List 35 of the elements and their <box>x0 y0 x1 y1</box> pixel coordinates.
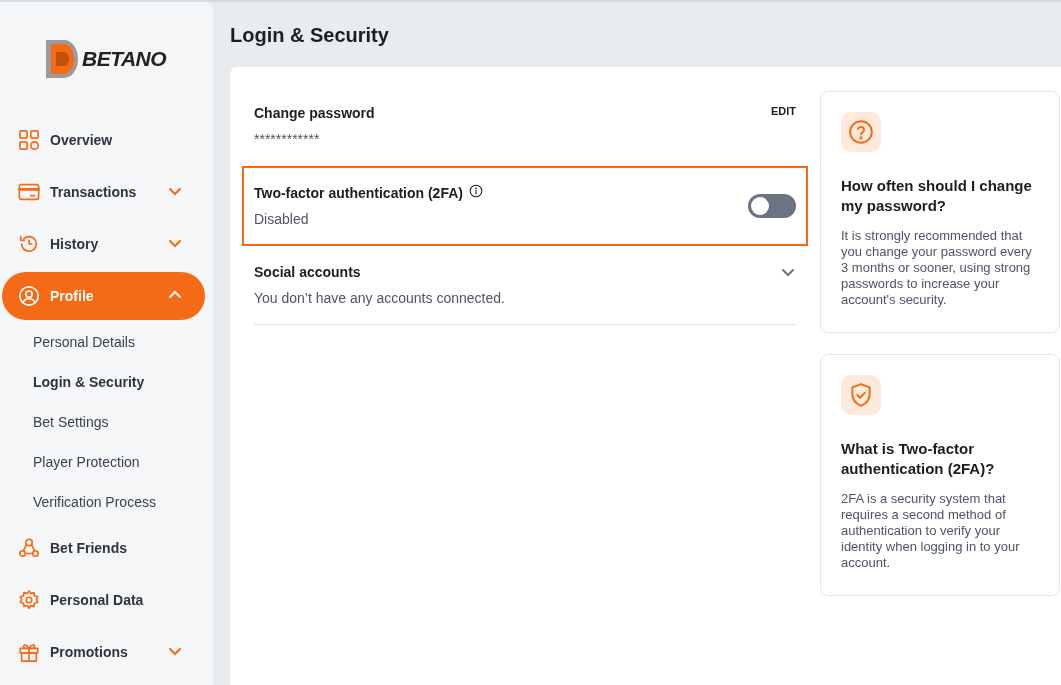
history-clock-icon <box>18 233 40 255</box>
submenu-item[interactable]: Player Protection <box>0 442 213 482</box>
card-text: It is strongly recommended that you change your password every 3 months or sooner, using strong passwords to increase your account's security. <box>841 228 1033 308</box>
nav-item[interactable]: Overview <box>2 116 205 164</box>
people-group-icon <box>18 537 40 559</box>
credit-card-icon <box>18 181 40 203</box>
submenu-item[interactable]: Verification Process <box>0 482 213 522</box>
submenu-item[interactable]: Personal Details <box>0 322 213 362</box>
submenu-item[interactable]: Login & Security <box>0 362 213 402</box>
nav-item[interactable]: Transactions <box>2 168 205 216</box>
logo-text: BETANO <box>82 47 167 71</box>
nav-item[interactable]: History <box>2 220 205 268</box>
setting-title: Social accounts <box>254 264 361 280</box>
gift-icon <box>18 641 40 663</box>
card-title: How often should I change my password? <box>841 176 1033 216</box>
nav-item[interactable]: Personal Data <box>2 576 205 624</box>
setting-value: Disabled <box>254 211 310 227</box>
card-title: What is Two-factor authentication (2FA)? <box>841 439 996 479</box>
nav-item[interactable]: Promotions <box>2 628 205 676</box>
grid-icon <box>18 129 40 151</box>
setting-title: Change password <box>254 105 375 121</box>
nav-item[interactable]: Bet Friends <box>2 524 205 572</box>
setting-title: Two-factor authentication (2FA) <box>254 184 463 201</box>
user-icon <box>18 285 40 307</box>
page-title: Login & Security <box>230 24 390 48</box>
info-icon <box>468 184 483 198</box>
edit-button[interactable]: EDIT <box>770 105 796 117</box>
setting-value: You don’t have any accounts connected. <box>254 290 506 306</box>
shield-check-icon <box>848 382 874 408</box>
toggle-switch[interactable] <box>748 194 796 218</box>
setting-value: ************ <box>254 131 321 147</box>
question-mark-icon <box>848 119 874 145</box>
card-text: 2FA is a security system that requires a second method of authentication to verify your identity when logging in to your account. <box>841 491 1021 571</box>
submenu-item[interactable]: Bet Settings <box>0 402 213 442</box>
gear-icon <box>18 589 40 611</box>
